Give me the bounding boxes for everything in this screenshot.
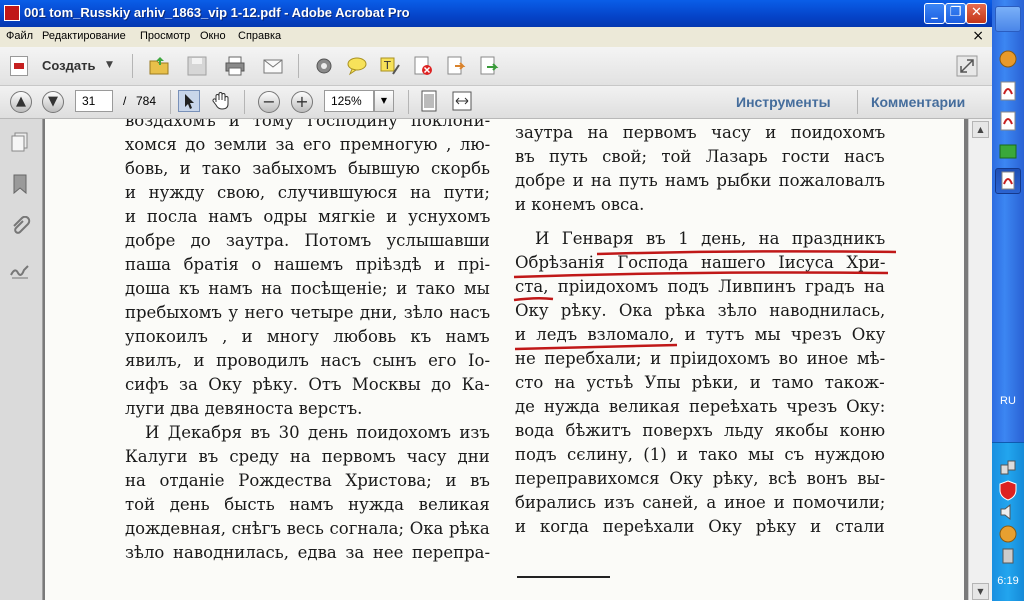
close-button[interactable]: ✕ <box>966 3 987 24</box>
underline-mark <box>596 250 897 256</box>
document-view[interactable]: воздахомъ и тому господину поклони- хомс… <box>43 119 968 600</box>
menu-help[interactable]: Справка <box>238 30 281 42</box>
fit-page-icon[interactable] <box>418 90 440 112</box>
restore-button[interactable]: ❐ <box>945 3 966 24</box>
left-navigation-pane <box>0 119 43 600</box>
acrobat-taskbar-icon[interactable] <box>997 80 1019 102</box>
toolbar-divider <box>857 90 858 114</box>
menu-window[interactable]: Окно <box>200 30 226 42</box>
acrobat-taskbar-icon[interactable] <box>997 110 1019 132</box>
attachments-icon[interactable] <box>9 215 31 238</box>
navigation-toolbar: ▲ ▼ 31 / 784 − + 125% ▼ Инструменты Комм… <box>0 86 992 119</box>
usb-device-icon[interactable] <box>997 545 1019 567</box>
page-number-input[interactable]: 31 <box>75 90 113 112</box>
page-thumbnails-icon[interactable] <box>9 131 31 153</box>
system-tray: RU 6:19 <box>992 395 1024 601</box>
toolbar-divider <box>132 54 133 78</box>
svg-text:T: T <box>383 59 391 72</box>
minimize-button[interactable]: _ <box>924 3 945 24</box>
hand-tool-icon[interactable] <box>210 90 232 112</box>
language-indicator[interactable]: RU <box>992 395 1024 407</box>
menu-view[interactable]: Просмотр <box>140 30 190 42</box>
title-bar: 001 tom_Russkiy arhiv_1863_vip 1-12.pdf … <box>0 0 992 27</box>
scroll-down-button[interactable]: ▼ <box>972 583 989 600</box>
close-document-icon[interactable]: × <box>972 28 984 44</box>
previous-page-button[interactable]: ▲ <box>10 91 32 113</box>
quicklaunch-orange-icon[interactable] <box>997 48 1019 70</box>
fit-width-icon[interactable] <box>451 90 473 112</box>
acrobat-window: 001 tom_Russkiy arhiv_1863_vip 1-12.pdf … <box>0 0 993 600</box>
network-icon[interactable] <box>997 457 1019 479</box>
underline-annotations <box>513 250 897 578</box>
main-toolbar: Создать ▼ T <box>0 47 992 86</box>
zoom-dropdown-button[interactable]: ▼ <box>374 90 394 112</box>
clock[interactable]: 6:19 <box>992 575 1024 587</box>
export-page-icon[interactable] <box>445 55 467 77</box>
menu-edit[interactable]: Редактирование <box>42 30 126 42</box>
email-icon[interactable] <box>262 55 284 77</box>
signatures-icon[interactable] <box>9 259 31 281</box>
active-taskbar-button[interactable] <box>995 168 1021 194</box>
select-tool-icon[interactable] <box>178 90 200 112</box>
window-title: 001 tom_Russkiy arhiv_1863_vip 1-12.pdf … <box>24 5 410 20</box>
page-separator: / <box>123 94 127 108</box>
scroll-up-button[interactable]: ▲ <box>972 121 989 138</box>
gear-icon[interactable] <box>313 55 335 77</box>
comments-pane-link[interactable]: Комментарии <box>871 94 965 110</box>
zoom-out-button[interactable]: − <box>258 91 280 113</box>
expand-icon[interactable] <box>956 55 978 77</box>
toolbar-divider <box>408 90 409 114</box>
toolbar-divider <box>170 90 171 114</box>
menu-bar: Файл Редактирование Просмотр Окно Справк… <box>0 27 992 48</box>
underline-mark <box>513 296 554 302</box>
text-edit-icon[interactable]: T <box>379 55 401 77</box>
green-app-icon[interactable] <box>997 140 1019 162</box>
security-shield-icon[interactable] <box>997 479 1019 501</box>
underline-mark <box>514 343 678 351</box>
chevron-down-icon: ▼ <box>106 60 113 70</box>
taskbar-app-button[interactable] <box>995 6 1021 32</box>
antivirus-icon[interactable] <box>997 523 1019 545</box>
acrobat-app-icon <box>4 5 20 21</box>
comment-icon[interactable] <box>346 55 368 77</box>
vertical-scrollbar[interactable]: ▲ ▼ <box>968 119 993 600</box>
page-total: 784 <box>136 94 157 108</box>
save-icon[interactable] <box>186 55 208 77</box>
print-icon[interactable] <box>224 55 246 77</box>
toolbar-divider <box>298 54 299 78</box>
next-page-button[interactable]: ▼ <box>42 91 64 113</box>
volume-icon[interactable] <box>997 501 1019 523</box>
pdf-page: воздахомъ и тому господину поклони- хомс… <box>45 119 964 600</box>
underline-mark <box>513 271 889 279</box>
open-folder-icon[interactable] <box>148 55 170 77</box>
taskbar: RU 6:19 <box>992 0 1024 601</box>
insert-page-icon[interactable] <box>478 55 500 77</box>
create-label: Создать <box>42 58 96 73</box>
create-pdf-icon <box>10 56 28 76</box>
bookmarks-icon[interactable] <box>9 173 31 195</box>
zoom-input[interactable]: 125% <box>324 90 374 112</box>
toolbar-divider <box>244 90 245 114</box>
zoom-in-button[interactable]: + <box>291 91 313 113</box>
tools-pane-link[interactable]: Инструменты <box>736 94 831 110</box>
menu-file[interactable]: Файл <box>6 30 33 42</box>
delete-page-icon[interactable] <box>412 55 434 77</box>
